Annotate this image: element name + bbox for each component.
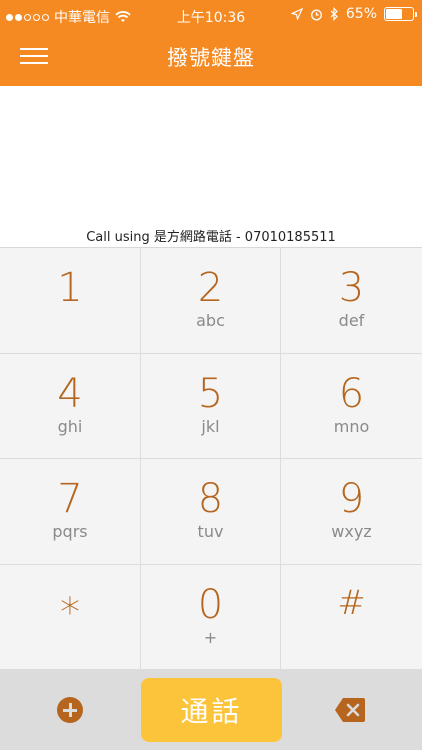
- key-digit: 1: [57, 265, 83, 311]
- location-icon: [290, 8, 303, 20]
- key-digit: 0: [197, 581, 224, 628]
- key-5[interactable]: 5 jkl: [141, 353, 281, 459]
- key-digit: 3: [338, 265, 365, 311]
- key-hash[interactable]: #: [281, 564, 422, 670]
- status-bar: 中華電信 上午10:36 65%: [0, 0, 422, 30]
- key-letters: jkl: [201, 416, 220, 436]
- bluetooth-icon: [330, 7, 338, 21]
- key-digit: 8: [197, 476, 224, 522]
- key-letters: ghi: [57, 416, 83, 436]
- key-digit: 5: [197, 370, 224, 417]
- battery-icon: [384, 7, 417, 21]
- key-6[interactable]: 6 mno: [281, 353, 422, 459]
- key-digit: 2: [197, 265, 224, 311]
- nav-bar: 撥號鍵盤: [0, 30, 422, 86]
- alarm-icon: [310, 9, 322, 20]
- keypad: 1 2 abc 3 def 4 ghi 5 jkl 6 mno 7 pqrs 8 tuv 9w…: [0, 247, 422, 670]
- key-3[interactable]: 3 def: [281, 248, 422, 354]
- key-letters: mno: [333, 416, 370, 436]
- key-letters: tuv: [197, 522, 224, 541]
- key-letters: wxyz: [331, 522, 372, 541]
- key-8[interactable]: 8 tuv: [141, 459, 281, 565]
- key-letters: abc: [196, 311, 225, 330]
- key-digit: 4: [57, 370, 83, 417]
- key-digit: #: [337, 582, 366, 623]
- battery-percent: 65%: [345, 6, 377, 22]
- key-1[interactable]: 1: [0, 248, 141, 354]
- key-digit: 6: [338, 370, 365, 417]
- key-2[interactable]: 2 abc: [141, 248, 281, 354]
- status-icons: 65%: [290, 6, 417, 22]
- call-button[interactable]: 通話: [141, 678, 282, 742]
- key-digit: 7: [57, 476, 83, 522]
- page-title: 撥號鍵盤: [167, 46, 255, 70]
- key-7[interactable]: 7 pqrs: [0, 459, 141, 565]
- number-display-area: [0, 86, 422, 226]
- key-9[interactable]: 9 wxyz: [281, 459, 422, 565]
- bottom-bar: 通話: [0, 669, 422, 750]
- plus-circle-icon[interactable]: [57, 697, 83, 723]
- key-0[interactable]: 0 +: [141, 564, 281, 670]
- call-using-label: Call using 是方網路電話 - 07010185511: [86, 230, 336, 245]
- key-letters: def: [338, 311, 365, 330]
- key-digit: 9: [338, 476, 365, 522]
- key-letters: +: [203, 627, 218, 647]
- key-4[interactable]: 4 ghi: [0, 353, 141, 459]
- key-star[interactable]: *: [0, 564, 141, 670]
- key-digit: *: [60, 589, 80, 636]
- backspace-icon[interactable]: [334, 697, 366, 723]
- key-letters: pqrs: [52, 522, 88, 541]
